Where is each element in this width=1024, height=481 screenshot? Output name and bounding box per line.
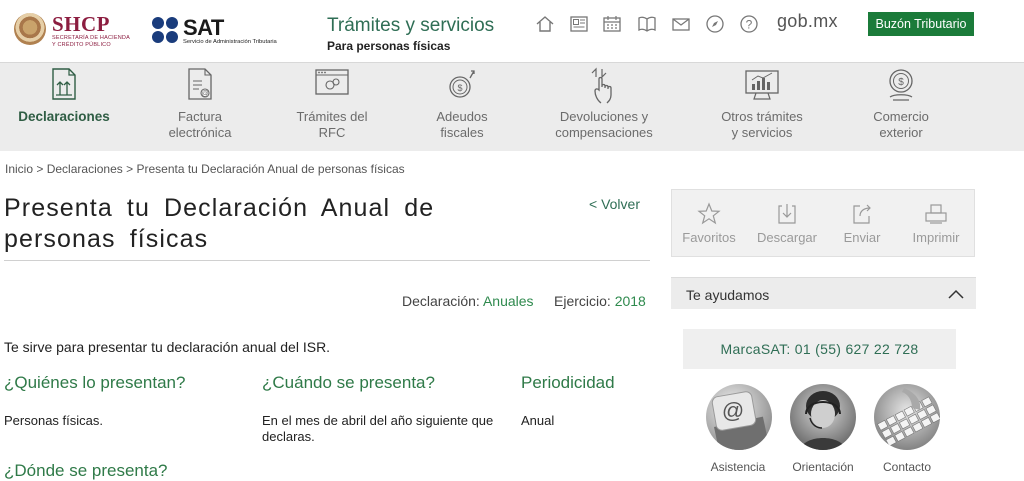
download-icon	[778, 204, 796, 224]
shcp-logo-subtitle-1: SECRETARÍA DE HACIENDA	[52, 35, 130, 41]
nav-label: Devoluciones y compensaciones	[555, 109, 653, 140]
ejercicio-label: Ejercicio:	[554, 293, 611, 309]
contacto-label[interactable]: Contacto	[867, 460, 947, 474]
svg-text:@: @	[722, 398, 744, 423]
devoluciones-icon	[591, 67, 612, 104]
periodicidad-text: Anual	[521, 413, 555, 428]
enviar-button[interactable]: Enviar	[834, 190, 890, 256]
declaracion-meta: Declaración: Anuales	[402, 293, 534, 309]
buzon-tributario-button[interactable]: Buzón Tributario	[868, 12, 974, 36]
breadcrumb-declaraciones[interactable]: Declaraciones	[47, 162, 123, 176]
factura-icon: @	[188, 68, 212, 100]
svg-text:@: @	[201, 91, 208, 98]
imprimir-label: Imprimir	[912, 230, 960, 245]
orientacion-image[interactable]	[790, 384, 856, 450]
te-ayudamos-panel[interactable]: Te ayudamos	[671, 277, 976, 309]
declaracion-value: Anuales	[482, 293, 534, 309]
svg-text:$: $	[457, 83, 462, 93]
page-actions: Favoritos Descargar Enviar Imprimir	[671, 189, 975, 257]
keyboard-icon	[874, 384, 940, 450]
email-key-icon: @	[706, 384, 772, 450]
rfc-icon	[315, 69, 349, 95]
cuando-text: En el mes de abril del año siguiente que…	[262, 413, 494, 444]
descargar-button[interactable]: Descargar	[752, 190, 822, 256]
nav-item-rfc[interactable]: Trámites del RFC	[272, 63, 392, 151]
adeudos-icon: $	[449, 70, 475, 98]
book-icon[interactable]	[637, 14, 657, 34]
breadcrumb-current: Presenta tu Declaración Anual de persona…	[136, 162, 405, 176]
quienes-heading: ¿Quiénes lo presentan?	[4, 373, 186, 392]
volver-link[interactable]: < Volver	[589, 196, 640, 212]
breadcrumb-separator: >	[126, 162, 134, 176]
headset-icon	[790, 384, 856, 450]
star-icon	[697, 202, 721, 225]
chevron-up-icon[interactable]	[946, 284, 966, 304]
gob-mx-link[interactable]: gob.mx	[777, 11, 838, 32]
ejercicio-meta: Ejercicio: 2018	[554, 293, 646, 309]
favoritos-label: Favoritos	[682, 230, 736, 245]
ejercicio-value: 2018	[614, 293, 646, 309]
nav-label: Comercio exterior	[873, 109, 929, 140]
home-icon[interactable]	[535, 14, 555, 34]
periodicidad-heading: Periodicidad	[521, 373, 615, 392]
declaraciones-icon	[52, 68, 76, 100]
nav-item-adeudos[interactable]: $ Adeudos fiscales	[402, 63, 522, 151]
shcp-logo-title[interactable]: SHCP	[52, 12, 110, 37]
section-title[interactable]: Trámites y servicios	[327, 15, 494, 37]
sat-logo-subtitle: Servicio de Administración Tributaria	[183, 39, 277, 45]
enviar-label: Enviar	[843, 230, 881, 245]
mail-icon[interactable]	[671, 14, 691, 34]
title-divider	[4, 260, 650, 261]
te-ayudamos-title: Te ayudamos	[686, 287, 770, 303]
imprimir-button[interactable]: Imprimir	[904, 190, 968, 256]
quienes-text: Personas físicas.	[4, 413, 103, 428]
nav-item-otros-tramites[interactable]: Otros trámites y servicios	[692, 63, 832, 151]
breadcrumb-inicio[interactable]: Inicio	[5, 162, 33, 176]
declaration-description: Te sirve para presentar tu declaración a…	[4, 339, 331, 355]
nav-label: Factura electrónica	[168, 109, 232, 140]
nav-item-declaraciones[interactable]: Declaraciones	[10, 63, 118, 151]
shcp-emblem-icon[interactable]	[14, 13, 46, 45]
svg-text:?: ?	[746, 18, 753, 32]
donde-heading: ¿Dónde se presenta?	[4, 461, 168, 480]
marcasat-phone[interactable]: MarcaSAT: 01 (55) 627 22 728	[683, 329, 956, 369]
section-subtitle: Para personas físicas	[327, 39, 451, 53]
compass-icon[interactable]	[705, 14, 725, 34]
otros-tramites-icon	[745, 70, 779, 100]
declaracion-label: Declaración:	[402, 293, 480, 309]
sat-logo-dots-icon[interactable]	[152, 17, 178, 43]
breadcrumb-separator: >	[36, 162, 44, 176]
orientacion-label[interactable]: Orientación	[783, 460, 863, 474]
contacto-image[interactable]	[874, 384, 940, 450]
comercio-icon: $	[889, 69, 913, 101]
news-icon[interactable]	[569, 14, 589, 34]
asistencia-label[interactable]: Asistencia	[698, 460, 778, 474]
nav-label: Trámites del RFC	[296, 109, 368, 140]
nav-label: Declaraciones	[18, 109, 110, 124]
share-icon	[853, 204, 871, 224]
sat-logo-title[interactable]: SAT	[183, 17, 224, 39]
calendar-icon[interactable]	[602, 14, 622, 34]
print-icon	[925, 204, 947, 224]
svg-text:$: $	[898, 77, 904, 88]
help-icon[interactable]: ?	[739, 14, 759, 34]
asistencia-image[interactable]: @	[706, 384, 772, 450]
site-header: SHCP SECRETARÍA DE HACIENDA Y CRÉDITO PÚ…	[0, 0, 1024, 62]
main-nav: Declaraciones @ Factura electrónica Trámi…	[0, 62, 1024, 151]
nav-label: Adeudos fiscales	[436, 109, 488, 140]
page-title: Presenta tu Declaración Anual de persona…	[4, 194, 435, 253]
nav-item-devoluciones[interactable]: Devoluciones y compensaciones	[536, 63, 672, 151]
nav-item-comercio[interactable]: $ Comercio exterior	[846, 63, 956, 151]
nav-label: Otros trámites y servicios	[721, 109, 803, 140]
breadcrumb: Inicio > Declaraciones > Presenta tu Dec…	[5, 162, 405, 176]
cuando-heading: ¿Cuándo se presenta?	[262, 373, 435, 392]
nav-item-factura[interactable]: @ Factura electrónica	[140, 63, 260, 151]
shcp-logo-subtitle-2: Y CRÉDITO PÚBLICO	[52, 42, 111, 48]
favoritos-button[interactable]: Favoritos	[678, 190, 740, 256]
descargar-label: Descargar	[757, 230, 817, 245]
